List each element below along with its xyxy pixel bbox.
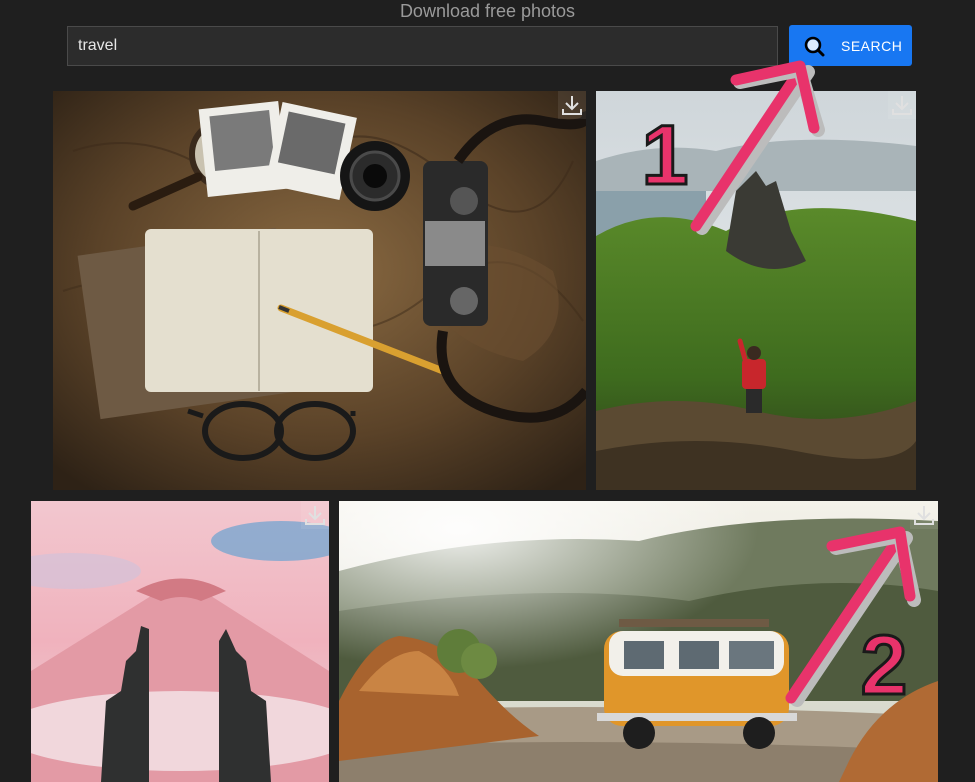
search-icon bbox=[803, 35, 825, 57]
page-title: Download free photos bbox=[399, 1, 576, 21]
search-button[interactable]: SEARCH bbox=[789, 25, 912, 66]
temple-gate-image bbox=[31, 501, 329, 782]
photo-hiker-mountains[interactable] bbox=[596, 91, 916, 490]
photo-temple-gate[interactable] bbox=[31, 501, 329, 782]
download-button[interactable] bbox=[888, 91, 916, 119]
download-icon bbox=[892, 96, 912, 115]
camper-van-image bbox=[339, 501, 938, 782]
hiker-mountains-image bbox=[596, 91, 916, 490]
download-button[interactable] bbox=[558, 91, 586, 119]
download-button[interactable] bbox=[301, 501, 329, 529]
download-icon bbox=[914, 506, 934, 525]
search-button-label: SEARCH bbox=[841, 37, 903, 54]
travel-flatlay-image bbox=[53, 91, 586, 490]
download-icon bbox=[562, 96, 582, 115]
search-input[interactable] bbox=[67, 26, 778, 66]
download-icon bbox=[305, 506, 325, 525]
download-button[interactable] bbox=[910, 501, 938, 529]
photo-travel-flatlay[interactable] bbox=[53, 91, 586, 490]
photo-camper-van[interactable] bbox=[339, 501, 938, 782]
